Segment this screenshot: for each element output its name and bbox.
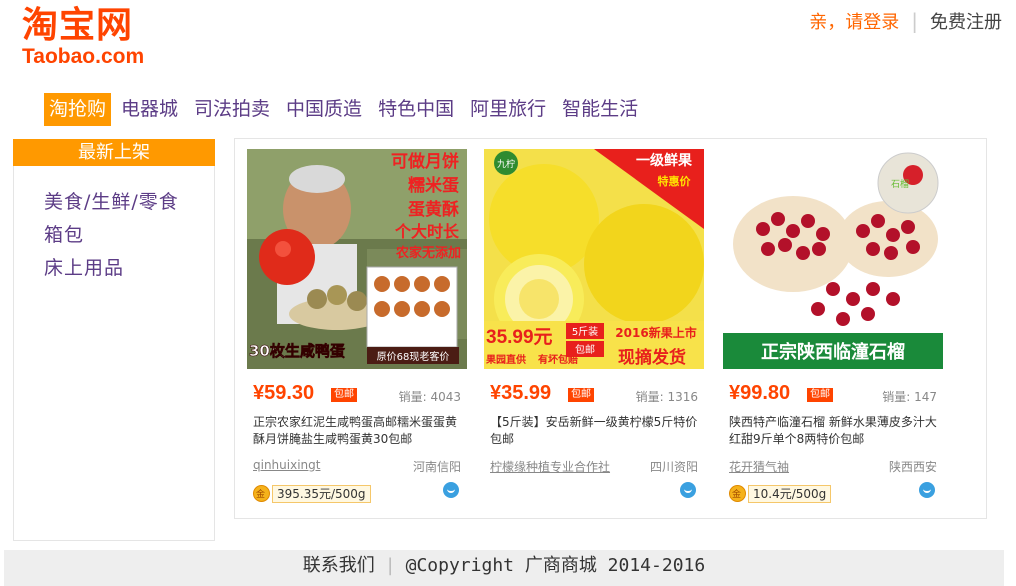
category-sidebar: 最新上架 美食/生鲜/零食 箱包 床上用品 (13, 139, 215, 541)
product-grid: 可做月饼 糯米蛋 蛋黄酥 个大时长 农家无添加 30枚生咸鸭蛋 原价68现老客价… (234, 138, 987, 519)
nav-item-taoqianggou[interactable]: 淘抢购 (44, 93, 112, 126)
product-image-lemon[interactable]: 九柠 一级鲜果 特惠价 35.99元 5斤装 包邮 2016新果上市 果园直供 … (484, 149, 704, 369)
product-price: ¥59.30 (253, 382, 315, 404)
account-links: 亲，请登录 | 免费注册 (809, 8, 1002, 34)
shop-location: 河南信阳 (412, 460, 461, 474)
unit-price: 395.35元/500g (272, 485, 371, 503)
main-nav: 淘抢购 电器城 司法拍卖 中国质造 特色中国 阿里旅行 智能生活 (44, 93, 648, 126)
banner-text-1: 一级鲜果 (636, 152, 693, 169)
separator: | (384, 555, 396, 576)
banner-note: 原价68现老客价 (377, 350, 450, 363)
category-list: 美食/生鲜/零食 箱包 床上用品 (14, 166, 214, 285)
category-item-food[interactable]: 美食/生鲜/零食 (44, 186, 214, 219)
banner-text-2: 特惠价 (658, 174, 692, 188)
duck-egg-banner: 可做月饼 糯米蛋 蛋黄酥 个大时长 农家无添加 30枚生咸鸭蛋 原价68现老客价 (247, 149, 467, 369)
shop-name-link[interactable]: 花开猜气袖 (729, 458, 789, 475)
sales-count: 销量: 4043 (398, 390, 461, 404)
shop-name-link[interactable]: qinhuixingt (253, 458, 320, 472)
logo-english: Taobao.com (22, 45, 145, 68)
banner-bottom: 正宗陕西临潼石榴 (761, 341, 905, 363)
banner-text-2: 糯米蛋 (408, 175, 459, 196)
shop-name-link[interactable]: 柠檬缘种植专业合作社 (490, 458, 610, 475)
product-title-link[interactable]: 【5斤装】安岳新鲜一级黄柠檬5斤特价包邮 (484, 410, 704, 450)
taobao-logo[interactable]: 淘宝网 Taobao.com (22, 6, 172, 68)
banner-text-1: 可做月饼 (391, 151, 459, 172)
gold-coin-icon (253, 485, 270, 502)
banner-baoyou: 包邮 (575, 343, 595, 356)
banner-text-3: 蛋黄酥 (408, 199, 459, 220)
lemon-banner: 九柠 一级鲜果 特惠价 35.99元 5斤装 包邮 2016新果上市 果园直供 … (484, 149, 704, 369)
wangwang-chat-icon[interactable] (680, 482, 696, 498)
separator: | (911, 9, 918, 33)
banner-badge: 石榴 (891, 178, 909, 190)
product-image-duck-eggs[interactable]: 可做月饼 糯米蛋 蛋黄酥 个大时长 农家无添加 30枚生咸鸭蛋 原价68现老客价 (247, 149, 467, 369)
banner-tag-1: 果园直供 (485, 353, 526, 366)
banner-tag-2: 有坏包赔 (538, 353, 578, 366)
free-shipping-badge: 包邮 (568, 388, 594, 402)
product-title-link[interactable]: 陕西特产临潼石榴 新鲜水果薄皮多汁大红甜9斤单个8两特价包邮 (723, 410, 943, 450)
banner-text-4: 个大时长 (394, 222, 460, 241)
banner-weight: 5斤装 (572, 325, 598, 338)
gold-coin-icon (729, 485, 746, 502)
contact-link[interactable]: 联系我们 (303, 555, 375, 576)
nav-item-zhongguozhizao[interactable]: 中国质造 (280, 93, 368, 126)
sidebar-title: 最新上架 (13, 139, 215, 166)
nav-item-zhinengshenghuo[interactable]: 智能生活 (556, 93, 644, 126)
pomegranate-banner: 石榴 正宗陕西临潼石榴 (723, 149, 943, 369)
product-price: ¥99.80 (729, 382, 791, 404)
banner-brand: 九柠 (497, 158, 515, 170)
product-card[interactable]: 九柠 一级鲜果 特惠价 35.99元 5斤装 包邮 2016新果上市 果园直供 … (484, 149, 704, 506)
wangwang-chat-icon[interactable] (919, 482, 935, 498)
login-link[interactable]: 亲，请登录 (809, 8, 899, 34)
category-item-bedding[interactable]: 床上用品 (44, 252, 214, 285)
free-shipping-badge: 包邮 (807, 388, 833, 402)
wangwang-chat-icon[interactable] (443, 482, 459, 498)
nav-item-sifapaimai[interactable]: 司法拍卖 (188, 93, 276, 126)
nav-item-dianqicheng[interactable]: 电器城 (115, 93, 184, 126)
page-footer: 联系我们 | @Copyright 广商商城 2014-2016 (4, 550, 1004, 586)
banner-price: 35.99元 (486, 327, 553, 348)
sales-count: 销量: 147 (882, 390, 937, 404)
product-card[interactable]: 石榴 正宗陕西临潼石榴 ¥99.80 包邮 销量: 147 陕西特产临潼石榴 新… (723, 149, 943, 506)
category-item-bags[interactable]: 箱包 (44, 219, 214, 252)
product-card[interactable]: 可做月饼 糯米蛋 蛋黄酥 个大时长 农家无添加 30枚生咸鸭蛋 原价68现老客价… (247, 149, 467, 506)
register-link[interactable]: 免费注册 (930, 8, 1002, 34)
banner-text-5: 农家无添加 (395, 245, 461, 261)
product-image-pomegranate[interactable]: 石榴 正宗陕西临潼石榴 (723, 149, 943, 369)
product-title-link[interactable]: 正宗农家红泥生咸鸭蛋高邮糯米蛋蛋黄酥月饼腌盐生咸鸭蛋黄30包邮 (247, 410, 467, 450)
banner-new: 2016新果上市 (615, 325, 696, 340)
copyright-text: @Copyright 广商商城 2014-2016 (405, 555, 706, 576)
banner-tag-3: 现摘发货 (618, 347, 686, 368)
banner-count: 30枚生咸鸭蛋 (249, 342, 345, 360)
nav-item-teseZhongguo[interactable]: 特色中国 (372, 93, 460, 126)
sales-count: 销量: 1316 (635, 390, 698, 404)
logo-chinese: 淘宝网 (22, 5, 134, 46)
product-price: ¥35.99 (490, 382, 552, 404)
shop-location: 四川资阳 (649, 460, 698, 474)
shop-location: 陕西西安 (888, 460, 937, 474)
nav-item-alilvxing[interactable]: 阿里旅行 (464, 93, 552, 126)
free-shipping-badge: 包邮 (331, 388, 357, 402)
unit-price: 10.4元/500g (748, 485, 832, 503)
